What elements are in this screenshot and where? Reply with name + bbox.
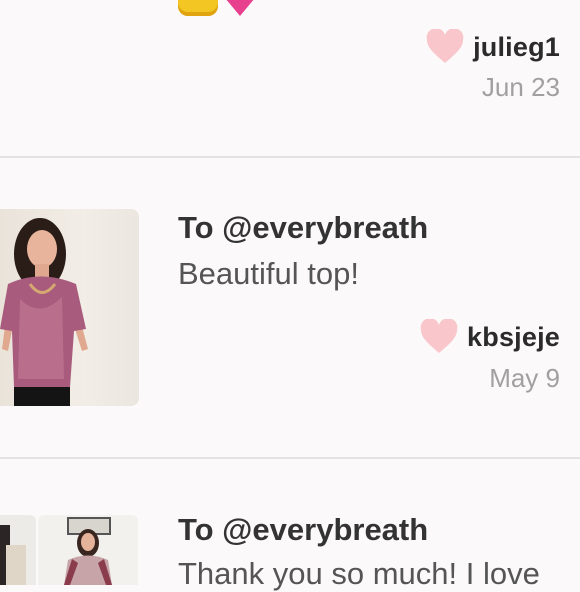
pink-heart-emoji-icon bbox=[222, 0, 258, 16]
comment-date: Jun 23 bbox=[481, 72, 560, 102]
like-row: julieg1 bbox=[425, 29, 560, 65]
comment-text: Beautiful top! bbox=[178, 256, 359, 291]
comment-recipient[interactable]: To @everybreath bbox=[178, 210, 428, 246]
listing-thumbnail[interactable] bbox=[0, 515, 36, 585]
comment-card[interactable]: To @everybreath Thank you so much! I lov… bbox=[0, 460, 580, 591]
listing-thumbnail[interactable] bbox=[0, 209, 139, 406]
comment-emojis bbox=[178, 0, 258, 16]
comment-text: Thank you so much! I love bbox=[178, 556, 540, 591]
heart-icon[interactable] bbox=[419, 319, 459, 355]
listing-thumbnail[interactable] bbox=[38, 515, 138, 585]
liker-username[interactable]: kbsjeje bbox=[467, 322, 560, 353]
heart-icon[interactable] bbox=[425, 29, 465, 65]
divider bbox=[0, 457, 580, 459]
liker-username[interactable]: julieg1 bbox=[473, 32, 560, 63]
thumbs-up-emoji-icon bbox=[178, 0, 218, 16]
comment-card[interactable]: To @everybreath Beautiful top! kbsjeje M… bbox=[0, 158, 580, 458]
like-row: kbsjeje bbox=[419, 319, 560, 355]
comment-date: May 9 bbox=[489, 363, 560, 393]
comment-recipient[interactable]: To @everybreath bbox=[178, 512, 428, 548]
comment-card[interactable]: julieg1 Jun 23 bbox=[0, 0, 580, 156]
